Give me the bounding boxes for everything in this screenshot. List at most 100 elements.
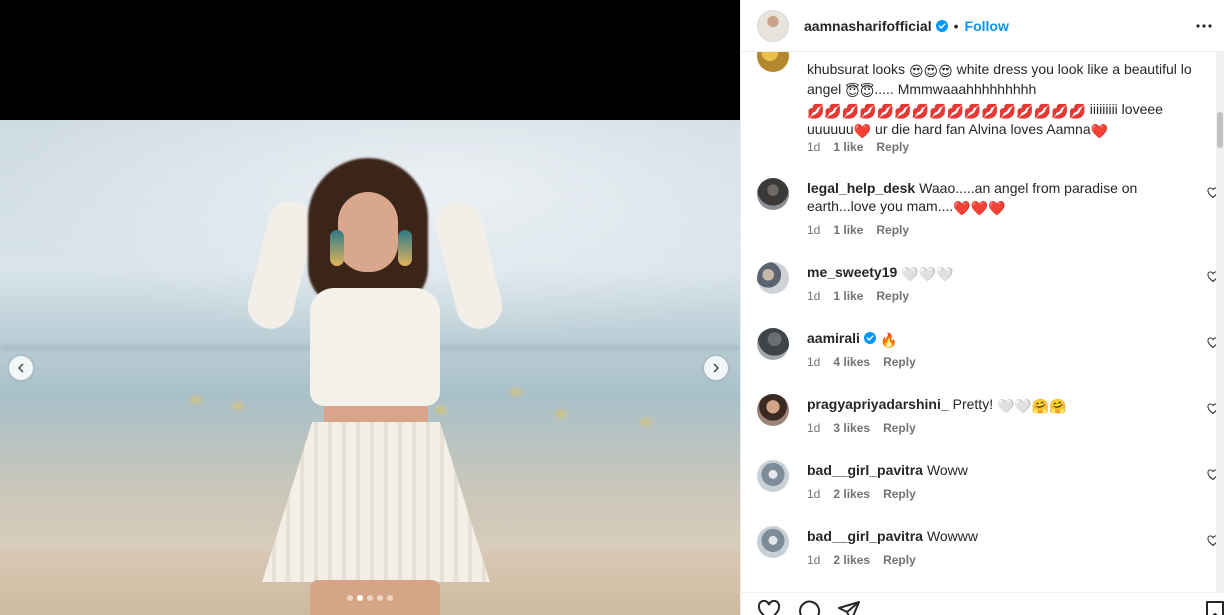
comment-likes[interactable]: 2 likes <box>833 487 870 501</box>
commenter-avatar[interactable] <box>757 178 789 210</box>
comment-time: 1d <box>807 140 821 154</box>
subject-earring <box>330 230 344 266</box>
commenter-username[interactable]: aamirali <box>807 330 860 346</box>
reply-button[interactable]: Reply <box>883 355 916 369</box>
post-sidebar: aamnasharifofficial • Follow khubsurat l… <box>740 0 1224 615</box>
comment-text: aamirali 🔥 <box>807 329 1199 349</box>
emoji-group: ❤️❤️❤️ <box>953 200 1006 216</box>
comment-meta: 1d 3 likes Reply <box>807 421 916 435</box>
reply-button[interactable]: Reply <box>883 487 916 501</box>
carousel-dot <box>357 595 363 601</box>
comment-time: 1d <box>807 421 821 435</box>
post-actions-bar <box>741 592 1224 615</box>
carousel-dots <box>347 595 393 601</box>
comment-likes[interactable]: 1 like <box>833 223 863 237</box>
photo-buoy <box>510 388 522 396</box>
comment-time: 1d <box>807 289 821 303</box>
subject-earring <box>398 230 412 266</box>
comment-meta: 1d 1 like Reply <box>807 223 909 237</box>
comment-message: Woww <box>926 462 968 478</box>
commenter-username[interactable]: pragyapriyadarshini_ <box>807 396 949 412</box>
commenter-avatar[interactable] <box>757 52 789 72</box>
photo-subject <box>242 140 508 615</box>
comment-text-part: ur die hard fan Alvina loves Aamna <box>871 121 1091 137</box>
commenter-avatar[interactable] <box>757 262 789 294</box>
comment-meta: 1d 4 likes Reply <box>807 355 916 369</box>
reply-button[interactable]: Reply <box>883 421 916 435</box>
comment-message: Wowww <box>926 528 979 544</box>
subject-top <box>310 288 440 406</box>
comment-text-part: khubsurat looks <box>807 61 909 77</box>
verified-badge-icon <box>863 332 876 344</box>
comment-meta: 1d 2 likes Reply <box>807 553 916 567</box>
comment-text: bad__girl_pavitra Wowww <box>807 527 1199 545</box>
heart-icon[interactable] <box>757 600 781 615</box>
scrollbar-thumb[interactable] <box>1217 112 1223 148</box>
commenter-avatar[interactable] <box>757 526 789 558</box>
comment-likes[interactable]: 1 like <box>833 289 863 303</box>
carousel-dot <box>377 595 383 601</box>
comment-text: legal_help_desk Waao.....an angel from pa… <box>807 179 1199 217</box>
carousel-dot <box>367 595 373 601</box>
subject-face <box>338 192 398 272</box>
verified-badge-icon <box>935 19 948 32</box>
follow-button[interactable]: Follow <box>965 18 1009 34</box>
emoji-group: ❤️ <box>1090 123 1109 139</box>
comment-meta: 1d 1 like Reply <box>807 140 909 154</box>
comment-likes[interactable]: 3 likes <box>833 421 870 435</box>
emoji-group: 🤍🤍🤍 <box>901 266 954 282</box>
carousel-next-button[interactable] <box>704 356 728 380</box>
photo-buoy <box>232 402 244 410</box>
reply-button[interactable]: Reply <box>876 223 909 237</box>
comment-time: 1d <box>807 355 821 369</box>
header-separator: • <box>953 17 959 34</box>
emoji-group: 😇😇 <box>845 83 875 99</box>
reply-button[interactable]: Reply <box>876 140 909 154</box>
share-icon[interactable] <box>837 600 861 615</box>
comment-time: 1d <box>807 553 821 567</box>
emoji-group: 🤍🤍🤗🤗 <box>996 398 1067 414</box>
comment-text: khubsurat looks 😍😍😍 white dress you look… <box>807 60 1199 140</box>
comment-message: Pretty! <box>952 396 994 412</box>
emoji-group: ❤️ <box>853 123 872 139</box>
commenter-username[interactable]: bad__girl_pavitra <box>807 528 923 544</box>
commenter-username[interactable]: me_sweety19 <box>807 264 897 280</box>
chevron-right-icon <box>713 363 720 373</box>
subject-arm <box>430 196 508 334</box>
comment-text: pragyapriyadarshini_ Pretty! 🤍🤍🤗🤗 <box>807 395 1199 415</box>
bookmark-icon[interactable] <box>1203 600 1224 615</box>
chevron-left-icon <box>17 363 24 373</box>
comment-likes[interactable]: 2 likes <box>833 553 870 567</box>
post-media <box>0 0 740 615</box>
photo-buoy <box>640 418 652 426</box>
commenter-avatar[interactable] <box>757 394 789 426</box>
emoji-group: 🔥 <box>879 332 898 348</box>
commenter-username[interactable]: bad__girl_pavitra <box>807 462 923 478</box>
more-options-icon[interactable] <box>1195 18 1213 34</box>
comment-time: 1d <box>807 223 821 237</box>
reply-button[interactable]: Reply <box>883 553 916 567</box>
comment-meta: 1d 2 likes Reply <box>807 487 916 501</box>
photo-buoy <box>190 396 202 404</box>
comment-meta: 1d 1 like Reply <box>807 289 909 303</box>
comment-time: 1d <box>807 487 821 501</box>
comment-likes[interactable]: 1 like <box>833 140 863 154</box>
comment-icon[interactable] <box>797 600 821 615</box>
author-username[interactable]: aamnasharifofficial <box>804 18 932 34</box>
comment-text: bad__girl_pavitra Woww <box>807 461 1199 479</box>
carousel-dot <box>387 595 393 601</box>
comments-scrollbar[interactable] <box>1216 52 1224 592</box>
comments-list[interactable]: khubsurat looks 😍😍😍 white dress you look… <box>741 52 1224 592</box>
emoji-group: 😍😍😍 <box>908 63 953 79</box>
comment-likes[interactable]: 4 likes <box>833 355 870 369</box>
carousel-prev-button[interactable] <box>9 356 33 380</box>
commenter-avatar[interactable] <box>757 460 789 492</box>
commenter-avatar[interactable] <box>757 328 789 360</box>
author-avatar[interactable] <box>757 9 789 42</box>
comment: khubsurat looks 😍😍😍 white dress you look… <box>757 52 1224 154</box>
carousel-dot <box>347 595 353 601</box>
reply-button[interactable]: Reply <box>876 289 909 303</box>
comment-text: me_sweety19 🤍🤍🤍 <box>807 263 1199 283</box>
commenter-username[interactable]: legal_help_desk <box>807 180 915 196</box>
comment-text-part: ..... Mmmwaaahhhhhhhhh <box>874 81 1037 97</box>
